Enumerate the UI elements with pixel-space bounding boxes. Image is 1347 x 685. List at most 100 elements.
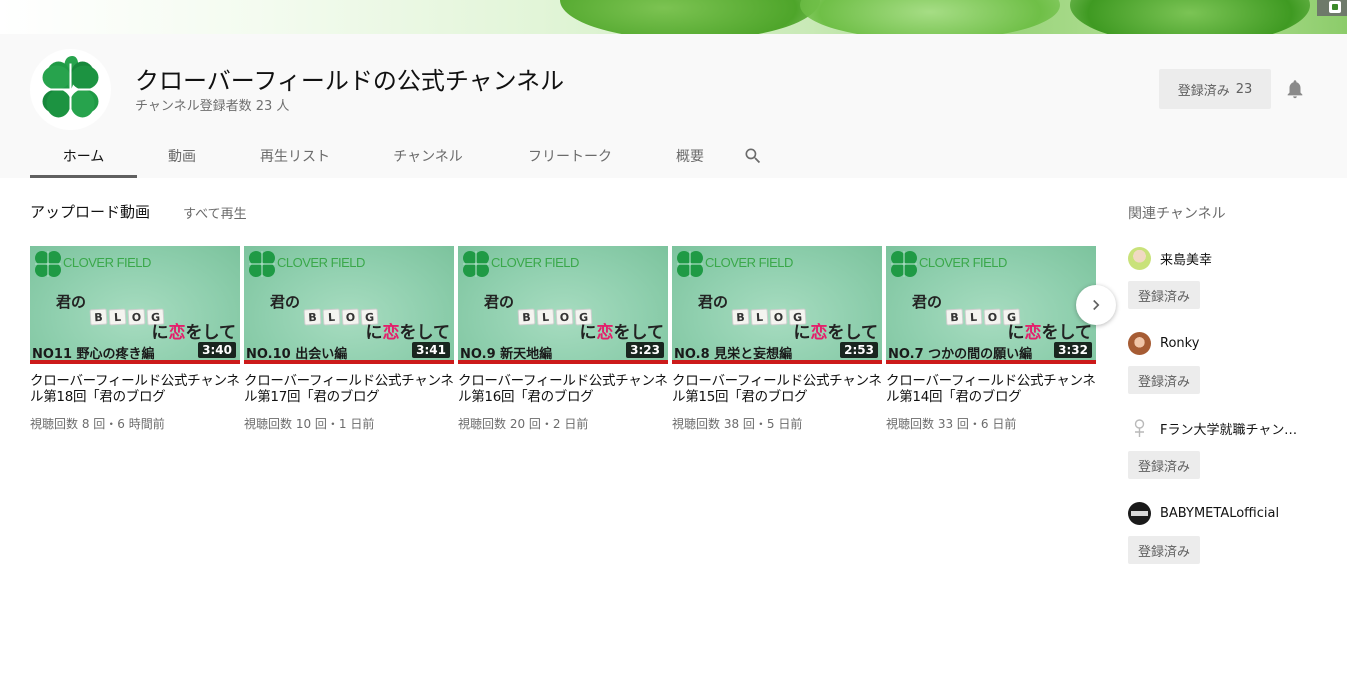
blog-letter-block: O [555,308,574,326]
clover-icon [463,251,489,277]
watch-progress-bar [458,360,668,364]
video-title[interactable]: クローバーフィールド公式チャンネル第18回「君のブログ [30,373,240,405]
thumbnail-brand: CLOVER FIELD [63,255,151,270]
video-card[interactable]: CLOVER FIELD 君の B L O G に恋をして NO11 野心の疼き編 3:40 クロ… [30,246,240,432]
video-card[interactable]: CLOVER FIELD 君の B L O G に恋をして NO.10 出会い編 3:41 クロー… [244,246,454,432]
thumbnail-brand: CLOVER FIELD [919,255,1007,270]
channel-avatar[interactable] [30,49,111,130]
subscriber-count: チャンネル登録者数 23 人 [135,99,290,114]
thumbnail-brand: CLOVER FIELD [705,255,793,270]
video-duration: 3:41 [412,342,450,358]
thumbnail-text: に恋をして [151,323,237,343]
banner-leaf [1070,0,1310,34]
video-meta: 視聴回数 10 回・1 日前 [244,417,375,431]
banner-leaf [800,0,1060,34]
avatar[interactable] [1128,246,1151,270]
blog-letter-block: B [517,308,536,326]
related-channel-name[interactable]: Fラン大学就職チャンネル [1160,419,1310,438]
video-meta: 視聴回数 33 回・6 日前 [886,417,1017,431]
video-title[interactable]: クローバーフィールド公式チャンネル第14回「君のブログ [886,373,1096,405]
blog-letter-block: O [769,308,788,326]
banner-edit-icon[interactable] [1317,0,1347,16]
blog-letter-block: O [341,308,360,326]
related-channel: 来島美幸登録済み [1128,246,1318,309]
video-meta: 視聴回数 38 回・5 日前 [672,417,803,431]
subscribed-button[interactable]: 登録済み [1128,536,1200,564]
related-channels-title: 関連チャンネル [1128,206,1226,222]
video-card[interactable]: CLOVER FIELD 君の B L O G に恋をして NO.7 つかの間の願い編 3:32… [886,246,1096,432]
subscribed-button[interactable]: 登録済み [1128,281,1200,309]
thumbnail-brand: CLOVER FIELD [277,255,365,270]
blog-letter-block: B [945,308,964,326]
blog-letter-block: L [964,308,983,326]
subscribed-button[interactable]: 登録済み 23 [1159,69,1271,109]
video-title[interactable]: クローバーフィールド公式チャンネル第15回「君のブログ [672,373,882,405]
avatar[interactable] [1128,331,1151,355]
related-channel-name[interactable]: BABYMETALofficial [1160,506,1310,521]
related-channel: Fラン大学就職チャンネル登録済み [1128,416,1318,479]
thumbnail-text: 君の [912,293,943,311]
video-thumbnail[interactable]: CLOVER FIELD 君の B L O G に恋をして NO.9 新天地編 3:23 [458,246,668,364]
avatar[interactable] [1128,416,1151,440]
blog-letter-block: B [303,308,322,326]
channel-title: クローバーフィールドの公式チャンネル [135,67,565,95]
video-title[interactable]: クローバーフィールド公式チャンネル第17回「君のブログ [244,373,454,405]
video-meta: 視聴回数 8 回・6 時間前 [30,417,165,431]
blog-letter-block: L [750,308,769,326]
blog-letter-block: L [108,308,127,326]
blog-letter-block: L [536,308,555,326]
watch-progress-bar [244,360,454,364]
thumbnail-text: に恋をして [793,323,879,343]
video-duration: 3:23 [626,342,664,358]
video-thumbnail[interactable]: CLOVER FIELD 君の B L O G に恋をして NO.10 出会い編 3:41 [244,246,454,364]
thumbnail-brand: CLOVER FIELD [491,255,579,270]
video-duration: 3:32 [1054,342,1092,358]
tab-playlists[interactable]: 再生リスト [227,134,363,178]
clover-icon [891,251,917,277]
channel-banner [0,0,1347,34]
related-channel-name[interactable]: Ronky [1160,336,1310,351]
play-all-button[interactable]: すべて再生 [183,203,247,222]
subscribed-button[interactable]: 登録済み [1128,366,1200,394]
blog-letter-block: L [322,308,341,326]
related-channel: Ronky 登録済み [1128,331,1318,394]
video-duration: 3:40 [198,342,236,358]
video-title[interactable]: クローバーフィールド公式チャンネル第16回「君のブログ [458,373,668,405]
blog-letter-block: B [731,308,750,326]
video-thumbnail[interactable]: CLOVER FIELD 君の B L O G に恋をして NO.8 見栄と妄想編 2:53 [672,246,882,364]
video-card[interactable]: CLOVER FIELD 君の B L O G に恋をして NO.8 見栄と妄想編 2:53 クロ… [672,246,882,432]
thumbnail-text: 君の [56,293,87,311]
subscribed-button[interactable]: 登録済み [1128,451,1200,479]
video-thumbnail[interactable]: CLOVER FIELD 君の B L O G に恋をして NO11 野心の疼き編 3:40 [30,246,240,364]
banner-leaf [560,0,820,34]
video-card[interactable]: CLOVER FIELD 君の B L O G に恋をして NO.9 新天地編 3:23 クローバ… [458,246,668,432]
thumbnail-text: 君の [270,293,301,311]
thumbnail-text: 君の [698,293,729,311]
tab-videos[interactable]: 動画 [137,134,227,178]
thumbnail-text: に恋をして [579,323,665,343]
tab-free-talk[interactable]: フリートーク [493,134,647,178]
clover-icon [42,56,99,118]
subscribed-label: 登録済み [1177,83,1230,99]
video-duration: 2:53 [840,342,878,358]
tab-channels[interactable]: チャンネル [363,134,493,178]
blog-letter-block: O [983,308,1002,326]
watch-progress-bar [886,360,1096,364]
clover-icon [249,251,275,277]
blog-letter-block: O [127,308,146,326]
thumbnail-text: に恋をして [365,323,451,343]
tab-about[interactable]: 概要 [647,134,733,178]
search-icon[interactable] [733,134,773,178]
uploads-title[interactable]: アップロード動画 [30,201,150,222]
clover-icon [677,251,703,277]
clover-icon [35,251,61,277]
chevron-right-icon[interactable] [1076,285,1116,325]
video-shelf: CLOVER FIELD 君の B L O G に恋をして NO11 野心の疼き編 3:40 クロ… [30,246,1098,446]
bell-icon[interactable] [1284,78,1306,100]
tab-home[interactable]: ホーム [30,134,137,178]
watch-progress-bar [672,360,882,364]
channel-tabs: ホーム 動画 再生リスト チャンネル フリートーク 概要 [30,134,773,178]
related-channel-name[interactable]: 来島美幸 [1160,249,1310,268]
video-thumbnail[interactable]: CLOVER FIELD 君の B L O G に恋をして NO.7 つかの間の願い編 3:32 [886,246,1096,364]
avatar[interactable] [1128,501,1151,525]
